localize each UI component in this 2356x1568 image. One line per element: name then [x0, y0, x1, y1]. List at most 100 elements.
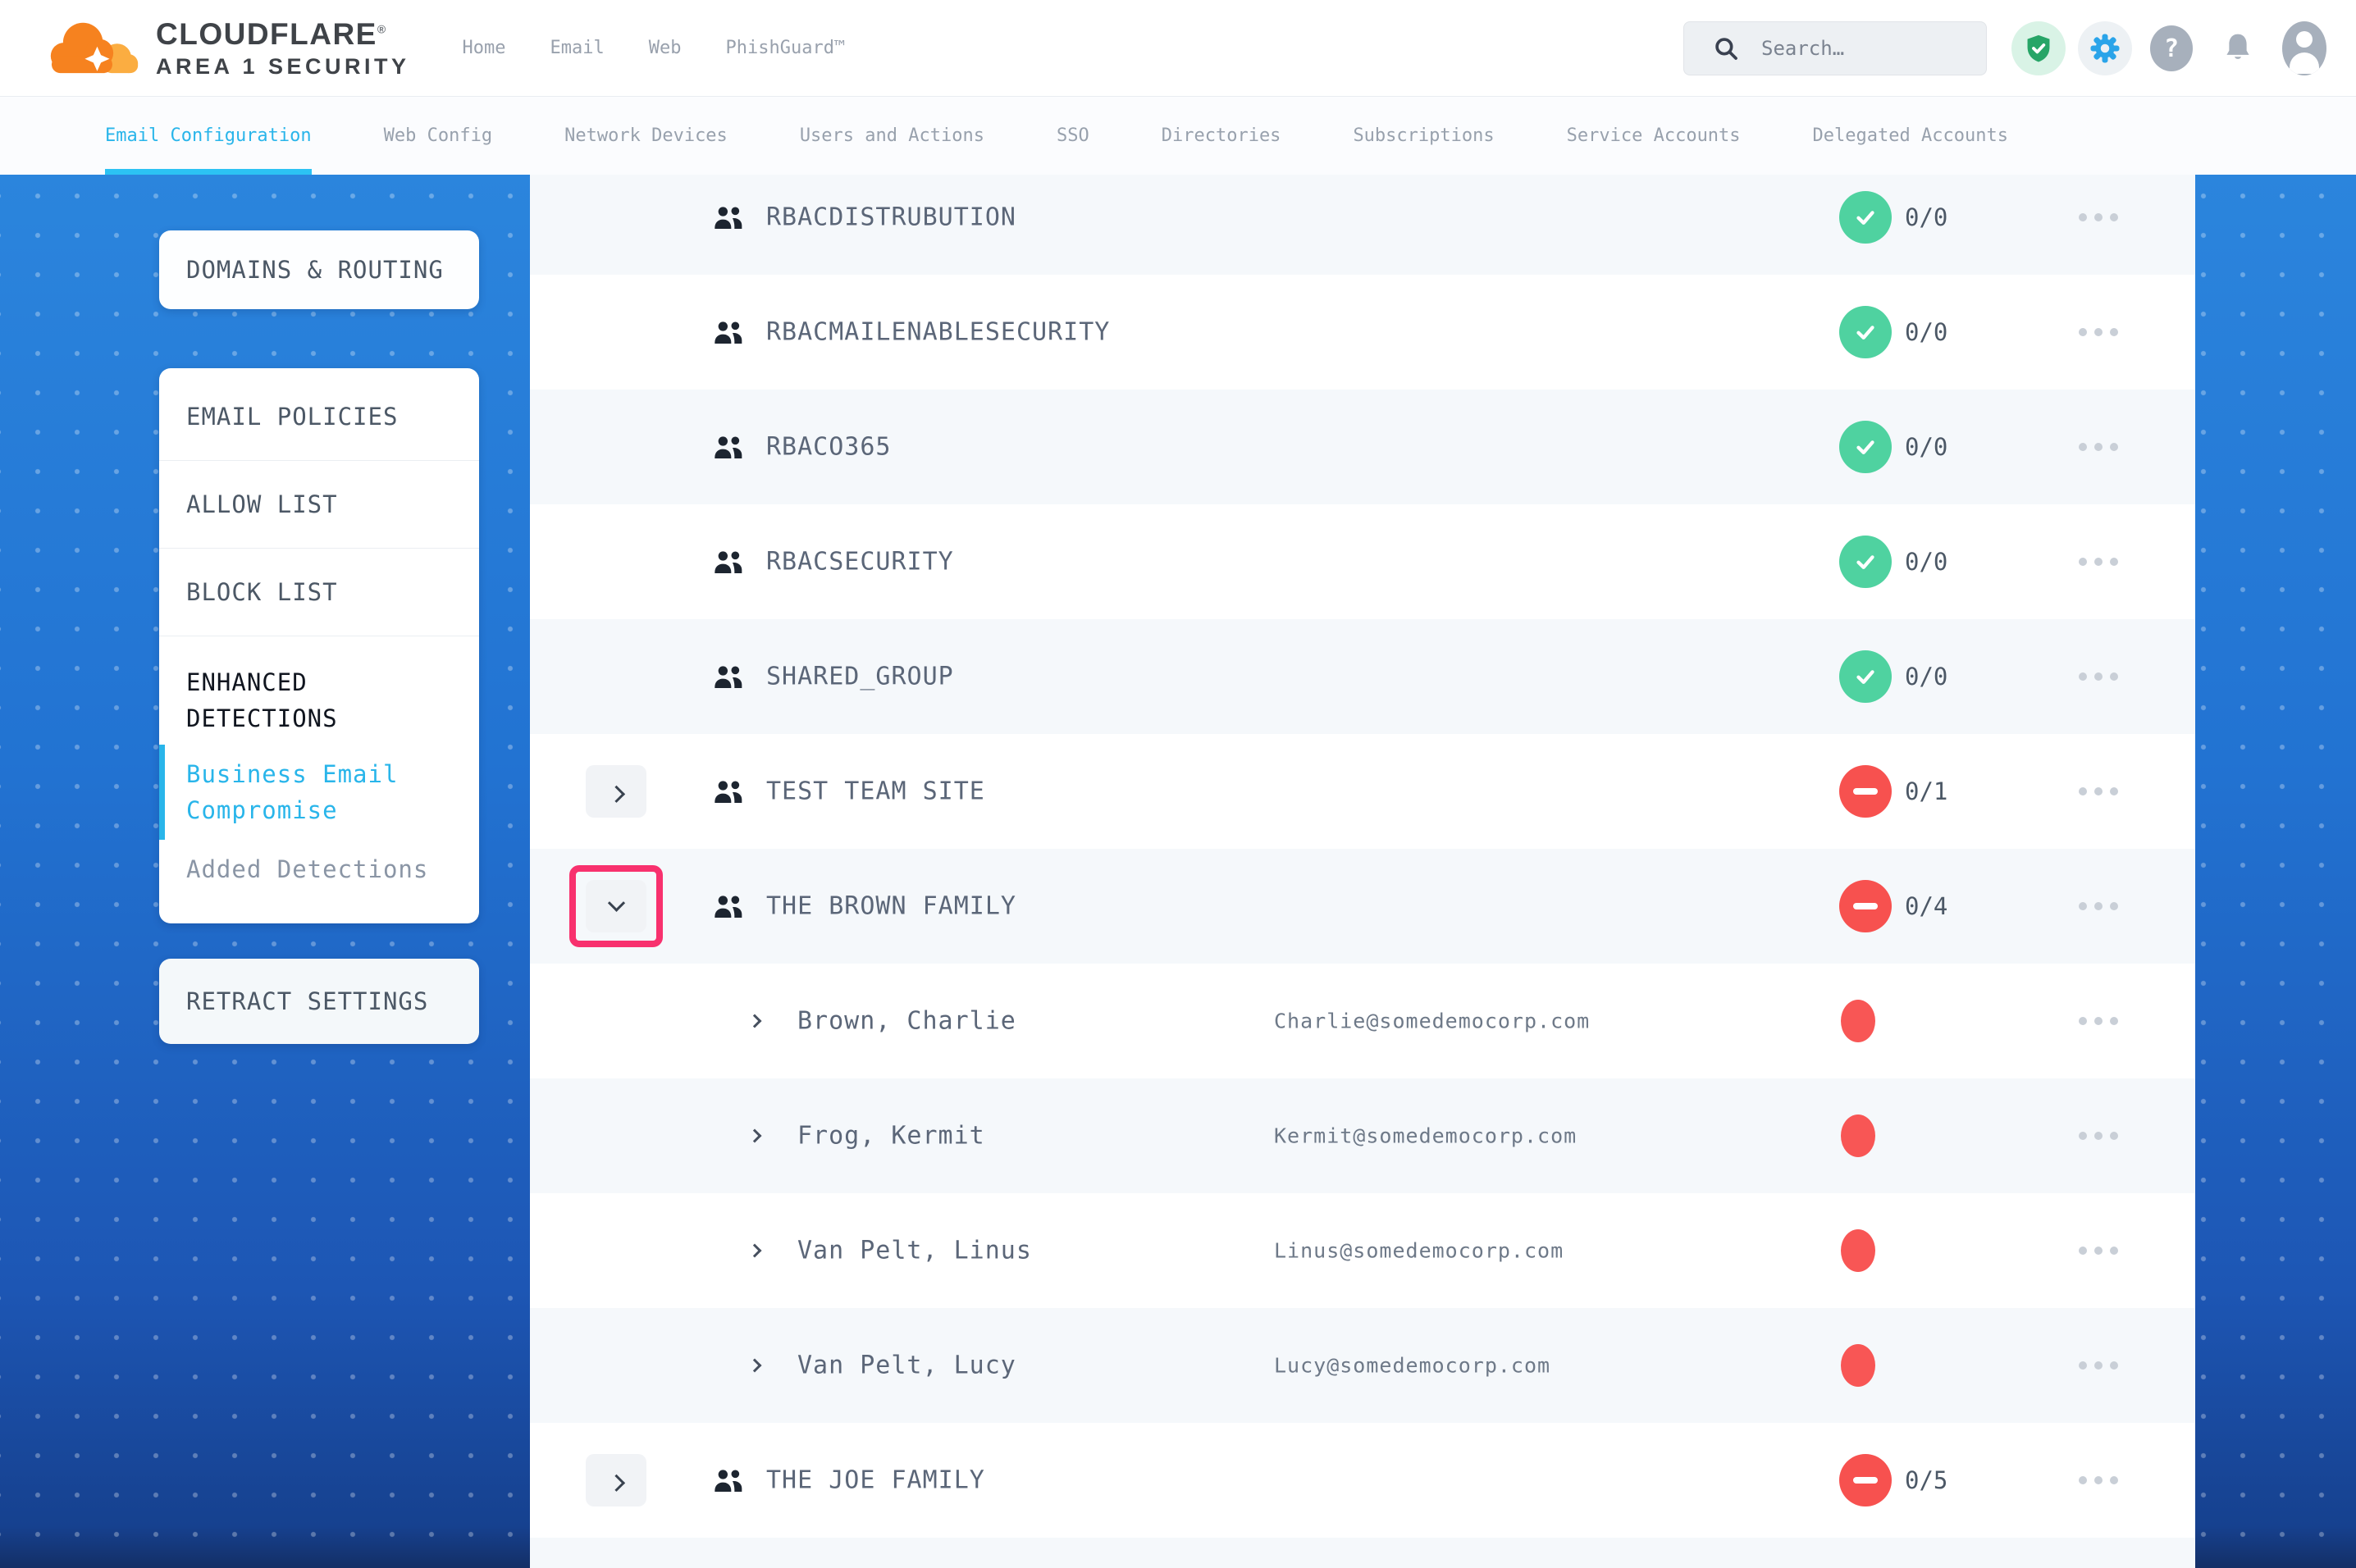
row-menu-button[interactable]	[2075, 1010, 2121, 1032]
group-icon	[712, 433, 745, 461]
tab-label: Delegated Accounts	[1813, 125, 2008, 146]
sidebar-card-retract-settings[interactable]: RETRACT SETTINGS	[159, 959, 479, 1044]
sidebar-item-label: Business Email Compromise	[186, 760, 398, 824]
help-icon[interactable]: ?	[2144, 21, 2198, 75]
table-row: Frog, Kermit Kermit@somedemocorp.com	[530, 1078, 2195, 1193]
gear-icon[interactable]	[2078, 21, 2132, 75]
row-menu-button[interactable]	[2075, 1240, 2121, 1261]
row-menu-button[interactable]	[2075, 551, 2121, 572]
nav-link-web[interactable]: Web	[642, 30, 688, 66]
member-chevron-icon[interactable]	[748, 1129, 762, 1143]
sidebar-item-enhanced-detections: ENHANCED DETECTIONS	[159, 636, 479, 745]
row-menu-button[interactable]	[2075, 436, 2121, 458]
status-badge-ok	[1839, 191, 1892, 244]
tab-network-devices[interactable]: Network Devices	[564, 97, 728, 175]
member-name: Van Pelt, Linus	[797, 1237, 1032, 1265]
search-input[interactable]	[1761, 37, 1966, 60]
expander-button[interactable]	[586, 765, 646, 818]
bell-icon[interactable]	[2211, 21, 2265, 75]
member-email: Charlie@somedemocorp.com	[1274, 1010, 1590, 1033]
tab-delegated-accounts[interactable]: Delegated Accounts	[1813, 97, 2008, 175]
tab-directories[interactable]: Directories	[1162, 97, 1281, 175]
row-menu-button[interactable]	[2075, 1470, 2121, 1491]
member-count: 0/0	[1905, 433, 1947, 461]
sidebar-item-label: RETRACT SETTINGS	[186, 987, 428, 1015]
group-name: THE BROWN FAMILY	[766, 892, 1016, 921]
member-count: 0/0	[1905, 548, 1947, 576]
member-name: Frog, Kermit	[797, 1122, 985, 1151]
tab-label: Web Config	[384, 125, 492, 146]
chevron-icon	[607, 1474, 624, 1491]
member-name: Van Pelt, Lucy	[797, 1351, 1016, 1380]
tab-subscriptions[interactable]: Subscriptions	[1353, 97, 1494, 175]
content-area: DOMAINS & ROUTING EMAIL POLICIES ALLOW LI…	[0, 175, 2356, 1568]
nav-link-home[interactable]: Home	[456, 30, 513, 66]
tab-service-accounts[interactable]: Service Accounts	[1567, 97, 1741, 175]
tab-users-and-actions[interactable]: Users and Actions	[800, 97, 984, 175]
tab-email-configuration[interactable]: Email Configuration	[105, 97, 312, 175]
user-icon[interactable]	[2277, 21, 2331, 75]
cloudflare-cloud-icon	[46, 18, 143, 79]
row-menu-button[interactable]	[2075, 1125, 2121, 1146]
member-name: Brown, Charlie	[797, 1007, 1016, 1036]
shield-check-icon[interactable]	[2011, 21, 2066, 75]
table-row: THE JOE FAMILY 0/5	[530, 1423, 2195, 1538]
member-email: Linus@somedemocorp.com	[1274, 1239, 1564, 1263]
table-row: TEST TEAM SITE 0/1	[530, 734, 2195, 849]
group-name: THE JOE FAMILY	[766, 1466, 985, 1495]
member-count: 0/4	[1905, 892, 1947, 920]
member-chevron-icon[interactable]	[748, 1244, 762, 1258]
tab-label: Service Accounts	[1567, 125, 1741, 146]
row-menu-button[interactable]	[2075, 781, 2121, 802]
member-count: 0/1	[1905, 777, 1947, 805]
search-box[interactable]	[1683, 21, 1987, 75]
sidebar-item-business-email-compromise[interactable]: Business Email Compromise	[159, 745, 479, 840]
sidebar-item-block-list[interactable]: BLOCK LIST	[159, 549, 479, 636]
group-icon	[712, 318, 745, 346]
table-row: SHARED_GROUP 0/0	[530, 619, 2195, 734]
status-badge-blocked	[1839, 765, 1892, 818]
sidebar-item-label: EMAIL POLICIES	[186, 403, 398, 431]
sidebar-item-label: BLOCK LIST	[186, 578, 338, 606]
registered-mark: ®	[377, 22, 387, 35]
search-icon	[1712, 34, 1740, 62]
member-chevron-icon[interactable]	[748, 1014, 762, 1028]
group-name: RBACO365	[766, 433, 892, 462]
row-menu-button[interactable]	[2075, 321, 2121, 343]
minus-icon	[1853, 903, 1878, 909]
sidebar-card-domains-routing[interactable]: DOMAINS & ROUTING	[159, 230, 479, 309]
sidebar-item-allow-list[interactable]: ALLOW LIST	[159, 461, 479, 549]
table-row: Van Pelt, Lucy Lucy@somedemocorp.com	[530, 1308, 2195, 1423]
nav-link-phishguard[interactable]: PhishGuard™	[719, 30, 852, 66]
tab-label: Users and Actions	[800, 125, 984, 146]
chevron-icon	[607, 785, 624, 802]
tab-label: Email Configuration	[105, 125, 312, 146]
group-icon	[712, 203, 745, 231]
tab-label: Network Devices	[564, 125, 728, 146]
minus-icon	[1853, 1477, 1878, 1484]
tab-sso[interactable]: SSO	[1057, 97, 1089, 175]
row-menu-button[interactable]	[2075, 1355, 2121, 1376]
sidebar-item-email-policies[interactable]: EMAIL POLICIES	[159, 373, 479, 461]
group-name: RBACMAILENABLESECURITY	[766, 318, 1110, 347]
status-badge-ok	[1839, 306, 1892, 358]
sidebar-item-label: DOMAINS & ROUTING	[186, 256, 444, 284]
group-name: RBACSECURITY	[766, 548, 954, 577]
member-email: Lucy@somedemocorp.com	[1274, 1354, 1550, 1378]
sidebar-card-email-policies: EMAIL POLICIES ALLOW LIST BLOCK LIST ENHANC…	[159, 368, 479, 923]
member-chevron-icon[interactable]	[748, 1359, 762, 1373]
groups-list-panel: RBACDISTRUBUTION 0/0 RBACMAILENABLESECUR…	[530, 175, 2195, 1568]
row-menu-button[interactable]	[2075, 666, 2121, 687]
member-email: Kermit@somedemocorp.com	[1274, 1124, 1577, 1148]
status-badge-ok	[1839, 421, 1892, 473]
tab-web-config[interactable]: Web Config	[384, 97, 492, 175]
status-dot	[1841, 1114, 1875, 1157]
table-row: Brown, Charlie Charlie@somedemocorp.com	[530, 964, 2195, 1078]
sidebar-item-added-detections[interactable]: Added Detections	[159, 840, 479, 918]
row-menu-button[interactable]	[2075, 207, 2121, 228]
row-menu-button[interactable]	[2075, 896, 2121, 917]
tab-label: Directories	[1162, 125, 1281, 146]
table-row	[530, 1538, 2195, 1568]
expander-button[interactable]	[586, 1454, 646, 1506]
nav-link-email[interactable]: Email	[544, 30, 611, 66]
